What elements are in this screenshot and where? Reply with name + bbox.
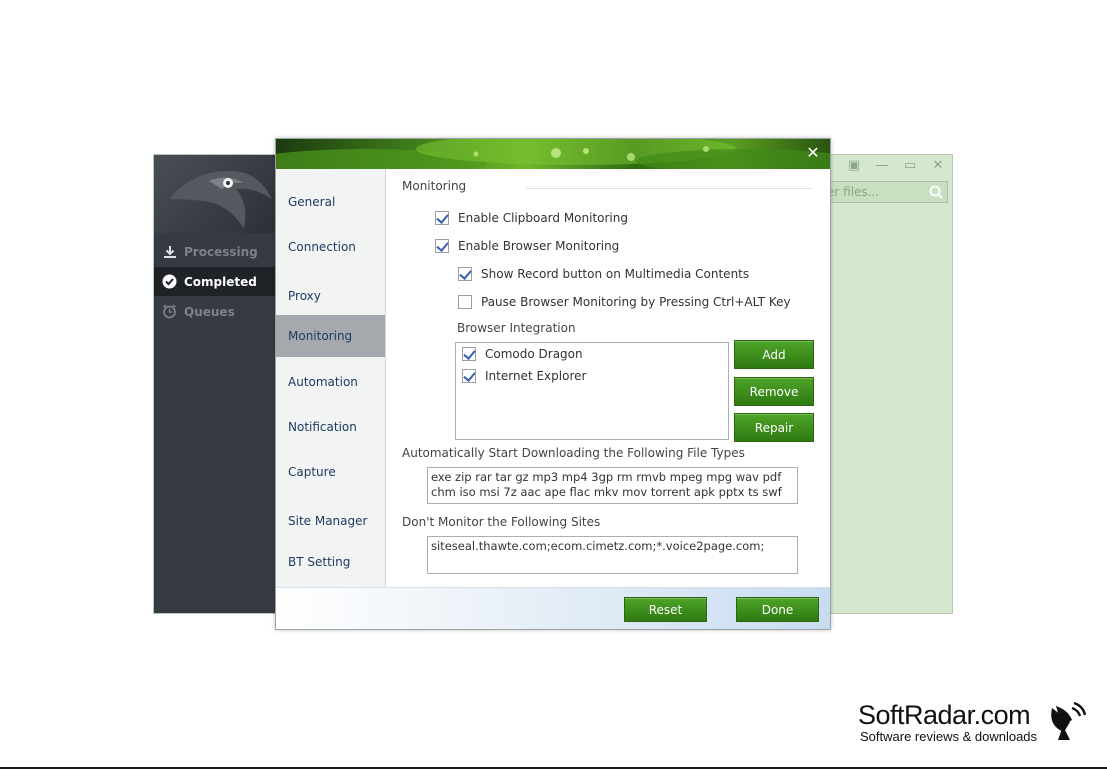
nav-label: Completed xyxy=(184,274,257,289)
watermark-title: SoftRadar.com xyxy=(858,700,1031,730)
checkbox-label: Enable Clipboard Monitoring xyxy=(458,211,628,225)
check-circle-icon xyxy=(162,274,177,289)
settings-nav-monitoring[interactable]: Monitoring xyxy=(276,315,385,357)
maximize-icon[interactable]: ▭ xyxy=(896,155,924,175)
browser-integration-list: Comodo Dragon Internet Explorer xyxy=(455,342,729,440)
clipboard-monitoring-checkbox[interactable]: Enable Clipboard Monitoring xyxy=(435,211,628,225)
dialog-close-button[interactable]: ✕ xyxy=(802,142,824,162)
pause-monitoring-checkbox[interactable]: Pause Browser Monitoring by Pressing Ctr… xyxy=(458,295,791,309)
checkbox-box[interactable] xyxy=(462,369,476,383)
app-sidebar: Processing Completed Queues xyxy=(154,155,276,613)
settings-nav-notification[interactable]: Notification xyxy=(276,406,385,448)
checkbox-label: Enable Browser Monitoring xyxy=(458,239,620,253)
dialog-footer: Reset Done xyxy=(276,587,830,629)
app-titlebar: ▣ — ▭ ✕ xyxy=(827,155,952,175)
satellite-dish-icon xyxy=(1051,701,1086,740)
checkbox-box[interactable] xyxy=(458,267,472,281)
settings-nav-site-manager[interactable]: Site Manager xyxy=(276,500,385,542)
app-logo xyxy=(154,155,276,233)
settings-nav-bt-setting[interactable]: BT Setting xyxy=(276,541,385,583)
add-button[interactable]: Add xyxy=(734,340,814,369)
settings-sidebar: General Connection Proxy Monitoring Auto… xyxy=(276,169,386,587)
checkbox-label: Pause Browser Monitoring by Pressing Ctr… xyxy=(481,295,791,309)
settings-nav-automation[interactable]: Automation xyxy=(276,361,385,403)
nav-label: Processing xyxy=(184,244,258,259)
exclude-sites-label: Don't Monitor the Following Sites xyxy=(402,515,601,529)
nav-queues[interactable]: Queues xyxy=(154,297,276,326)
list-item-label: Internet Explorer xyxy=(485,369,587,383)
nav-completed[interactable]: Completed xyxy=(154,267,276,296)
eagle-logo-icon xyxy=(169,170,272,229)
remove-button[interactable]: Remove xyxy=(734,377,814,406)
reset-button[interactable]: Reset xyxy=(624,597,707,622)
settings-nav-proxy[interactable]: Proxy xyxy=(276,275,385,317)
search-icon[interactable] xyxy=(929,185,943,199)
softradar-watermark: SoftRadar.com Software reviews & downloa… xyxy=(858,700,1037,744)
auto-download-types-label: Automatically Start Downloading the Foll… xyxy=(402,446,745,460)
monitoring-panel: Monitoring Enable Clipboard Monitoring E… xyxy=(402,169,822,587)
checkbox-label: Show Record button on Multimedia Content… xyxy=(481,267,750,281)
nav-processing[interactable]: Processing xyxy=(154,237,276,266)
repair-button[interactable]: Repair xyxy=(734,413,814,442)
close-icon[interactable]: ✕ xyxy=(924,155,952,175)
checkbox-box[interactable] xyxy=(435,211,449,225)
dropdown-icon[interactable]: ▣ xyxy=(840,155,868,175)
watermark-subtitle: Software reviews & downloads xyxy=(860,729,1038,744)
search-placeholder: er files... xyxy=(827,185,880,199)
download-icon xyxy=(162,244,177,259)
browser-integration-label: Browser Integration xyxy=(457,321,576,335)
record-button-checkbox[interactable]: Show Record button on Multimedia Content… xyxy=(458,267,749,281)
minimize-icon[interactable]: — xyxy=(868,155,896,175)
leaf-banner-image xyxy=(276,139,830,169)
nav-label: Queues xyxy=(184,304,235,319)
settings-nav-connection[interactable]: Connection xyxy=(276,226,385,268)
section-title: Monitoring xyxy=(402,179,467,193)
browser-monitoring-checkbox[interactable]: Enable Browser Monitoring xyxy=(435,239,619,253)
list-item-label: Comodo Dragon xyxy=(485,347,583,361)
list-item[interactable]: Comodo Dragon xyxy=(462,347,583,361)
checkbox-box[interactable] xyxy=(435,239,449,253)
exclude-sites-textarea[interactable]: siteseal.thawte.com;ecom.cimetz.com;*.vo… xyxy=(427,536,798,574)
list-item[interactable]: Internet Explorer xyxy=(462,369,586,383)
checkbox-box[interactable] xyxy=(458,295,472,309)
file-types-textarea[interactable]: exe zip rar tar gz mp3 mp4 3gp rm rmvb m… xyxy=(427,467,798,504)
search-input[interactable]: er files... xyxy=(822,181,948,203)
settings-dialog: ✕ General Connection Proxy Monitoring Au… xyxy=(275,138,831,630)
settings-nav-capture[interactable]: Capture xyxy=(276,451,385,493)
dialog-banner: ✕ xyxy=(276,139,830,169)
done-button[interactable]: Done xyxy=(736,597,819,622)
checkbox-box[interactable] xyxy=(462,347,476,361)
section-divider xyxy=(526,188,812,189)
settings-nav-general[interactable]: General xyxy=(276,181,385,223)
alarm-clock-icon xyxy=(162,304,177,319)
